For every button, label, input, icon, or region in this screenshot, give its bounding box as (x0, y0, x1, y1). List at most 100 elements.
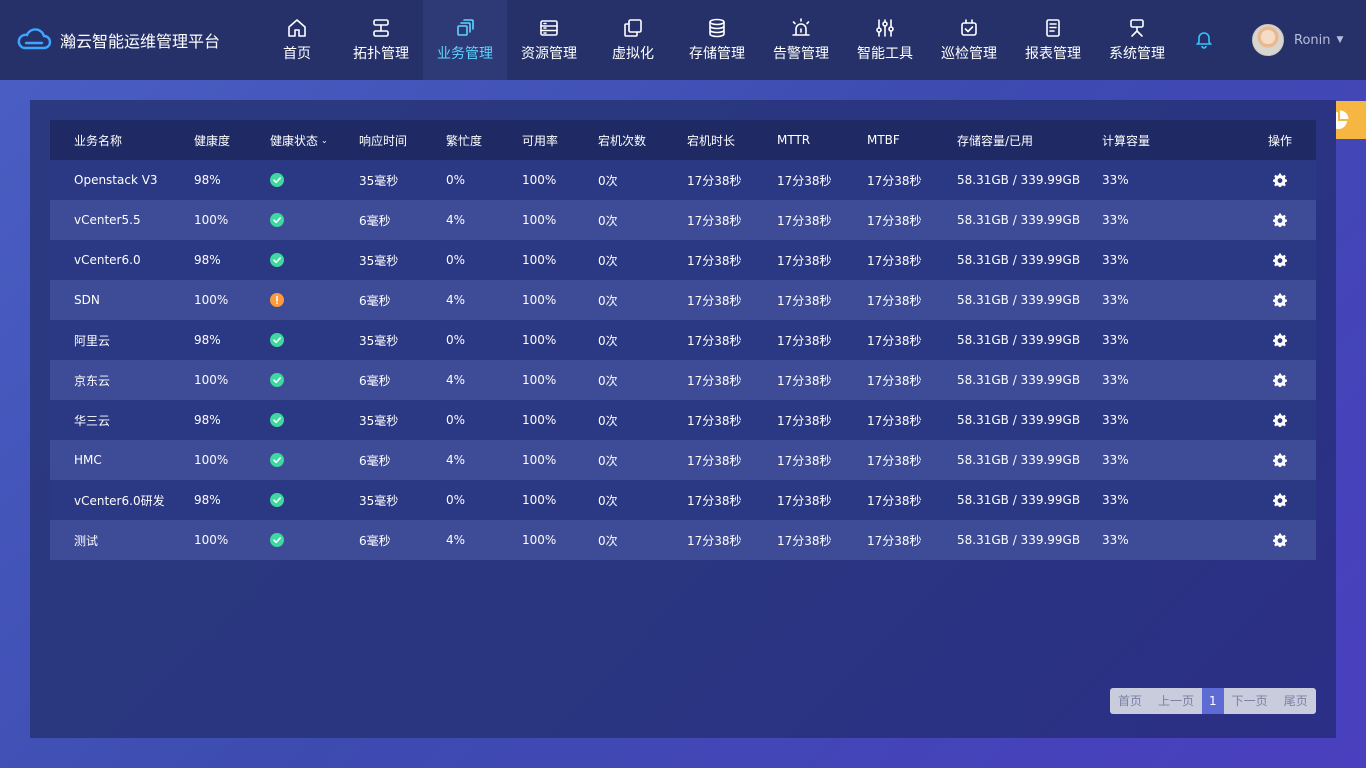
down-count: 0次 (598, 373, 618, 388)
status-ok-icon (270, 213, 284, 228)
bell-icon[interactable] (1194, 30, 1214, 50)
database-icon (706, 17, 728, 39)
table-row[interactable]: SDN 100% 6毫秒 4% 100% 0次 17分38秒 17分38秒 17分38秒 58.3… (50, 280, 1316, 320)
nav-item-10[interactable]: 系统管理 (1095, 0, 1179, 80)
response-time: 35毫秒 (359, 253, 399, 268)
mttr-value: 17分38秒 (777, 493, 832, 508)
row-actions (1268, 213, 1316, 228)
topology-icon (370, 17, 392, 39)
top-navigation-bar: 瀚云智能运维管理平台 首页 拓扑管理 业务管理 资源管理 虚拟化 存储管理 告警管理 智能工具… (0, 0, 1366, 80)
down-duration: 17分38秒 (687, 413, 742, 428)
availability: 100% (522, 453, 557, 467)
column-header: MTBF (867, 133, 900, 147)
gear-icon[interactable] (1268, 453, 1287, 468)
chevron-down-icon: ▼ (1336, 35, 1344, 45)
table-row[interactable]: 京东云 100% 6毫秒 4% 100% 0次 17分38秒 17分38秒 17分38秒 58.3… (50, 360, 1316, 400)
health-value: 98% (194, 253, 221, 267)
table-row[interactable]: HMC 100% 6毫秒 4% 100% 0次 17分38秒 17分38秒 17分38秒 58.3… (50, 440, 1316, 480)
current-page-button[interactable]: 1 (1202, 688, 1224, 714)
nav-item-5[interactable]: 存储管理 (675, 0, 759, 80)
system-icon (1126, 17, 1148, 39)
down-duration: 17分38秒 (687, 533, 742, 548)
storage-value: 58.31GB / 339.99GB (957, 333, 1081, 347)
business-name: 阿里云 (74, 333, 111, 348)
business-name: SDN (74, 293, 100, 307)
table-row[interactable]: vCenter6.0 98% 35毫秒 0% 100% 0次 17分38秒 17分38秒 17分… (50, 240, 1316, 280)
status-ok-icon (270, 413, 284, 428)
compute-value: 33% (1102, 373, 1129, 387)
table-row[interactable]: 华三云 98% 35毫秒 0% 100% 0次 17分38秒 17分38秒 17分38秒 58.3… (50, 400, 1316, 440)
nav-item-6[interactable]: 告警管理 (759, 0, 843, 80)
storage-value: 58.31GB / 339.99GB (957, 293, 1081, 307)
health-status-cell (270, 333, 359, 348)
down-duration: 17分38秒 (687, 453, 742, 468)
nav-item-0[interactable]: 首页 (255, 0, 339, 80)
business-name: HMC (74, 453, 102, 467)
prev-page-button[interactable]: 上一页 (1150, 688, 1203, 714)
compute-value: 33% (1102, 213, 1129, 227)
nav-item-3[interactable]: 资源管理 (507, 0, 591, 80)
gear-icon[interactable] (1268, 293, 1287, 308)
business-name: 测试 (74, 533, 99, 548)
compute-value: 33% (1102, 293, 1129, 307)
row-actions (1268, 173, 1316, 188)
table-row[interactable]: vCenter5.5 100% 6毫秒 4% 100% 0次 17分38秒 17分38秒 17分… (50, 200, 1316, 240)
gear-icon[interactable] (1268, 173, 1287, 188)
table-row[interactable]: vCenter6.0研发 98% 35毫秒 0% 100% 0次 17分38秒 17分38秒 1… (50, 480, 1316, 520)
cloud-logo-icon (17, 28, 52, 50)
status-ok-icon (270, 173, 284, 188)
nav-item-2[interactable]: 业务管理 (423, 0, 507, 80)
mttr-value: 17分38秒 (777, 453, 832, 468)
nav-item-9[interactable]: 报表管理 (1011, 0, 1095, 80)
table-row[interactable]: Openstack V3 98% 35毫秒 0% 100% 0次 17分38秒 17分38秒 1… (50, 160, 1316, 200)
business-name: vCenter6.0研发 (74, 493, 165, 508)
brand-name: 瀚云智能运维管理平台 (60, 32, 221, 51)
health-status-cell (270, 453, 359, 468)
mtbf-value: 17分38秒 (867, 373, 922, 388)
table-row[interactable]: 阿里云 98% 35毫秒 0% 100% 0次 17分38秒 17分38秒 17分38秒 58.3… (50, 320, 1316, 360)
busy-rate: 4% (446, 293, 466, 307)
down-count: 0次 (598, 173, 618, 188)
row-actions (1268, 333, 1316, 348)
availability: 100% (522, 493, 557, 507)
table-body: Openstack V3 98% 35毫秒 0% 100% 0次 17分38秒 17分38秒 1… (50, 160, 1316, 560)
busy-rate: 0% (446, 253, 466, 267)
column-header-sortable[interactable]: 健康状态 ⌄ (270, 132, 359, 149)
business-name: 华三云 (74, 413, 111, 428)
mttr-value: 17分38秒 (777, 533, 832, 548)
nav-item-4[interactable]: 虚拟化 (591, 0, 675, 80)
table-row[interactable]: 测试 100% 6毫秒 4% 100% 0次 17分38秒 17分38秒 17分38秒 58.31… (50, 520, 1316, 560)
health-value: 100% (194, 453, 229, 467)
down-count: 0次 (598, 413, 618, 428)
content-panel: 业务名称 健康度 健康状态 ⌄ 响应时间 繁忙度 可用率 宕机次数 宕机时长 MT… (30, 100, 1336, 738)
gear-icon[interactable] (1268, 413, 1287, 428)
health-value: 98% (194, 333, 221, 347)
next-page-button[interactable]: 下一页 (1223, 688, 1276, 714)
report-icon (1042, 17, 1064, 39)
gear-icon[interactable] (1268, 373, 1287, 388)
gear-icon[interactable] (1268, 213, 1287, 228)
gear-icon[interactable] (1268, 333, 1287, 348)
nav-item-7[interactable]: 智能工具 (843, 0, 927, 80)
gear-icon[interactable] (1268, 533, 1287, 548)
sort-chevron-icon[interactable]: ⌄ (321, 136, 328, 145)
user-menu[interactable]: Ronin ▼ (1252, 24, 1343, 56)
home-icon (286, 17, 308, 39)
column-header: 健康状态 (270, 133, 319, 148)
first-page-button[interactable]: 首页 (1110, 688, 1151, 714)
availability: 100% (522, 253, 557, 267)
nav-item-8[interactable]: 巡检管理 (927, 0, 1011, 80)
nav-item-1[interactable]: 拓扑管理 (339, 0, 423, 80)
gear-icon[interactable] (1268, 493, 1287, 508)
column-header: 宕机时长 (687, 133, 736, 148)
nav-item-label: 存储管理 (689, 46, 745, 62)
health-status-cell (270, 373, 359, 388)
compute-value: 33% (1102, 453, 1129, 467)
gear-icon[interactable] (1268, 253, 1287, 268)
brand[interactable]: 瀚云智能运维管理平台 (0, 0, 245, 80)
nav-item-label: 业务管理 (437, 46, 493, 62)
response-time: 35毫秒 (359, 333, 399, 348)
last-page-button[interactable]: 尾页 (1275, 688, 1316, 714)
down-count: 0次 (598, 253, 618, 268)
business-name: 京东云 (74, 373, 111, 388)
